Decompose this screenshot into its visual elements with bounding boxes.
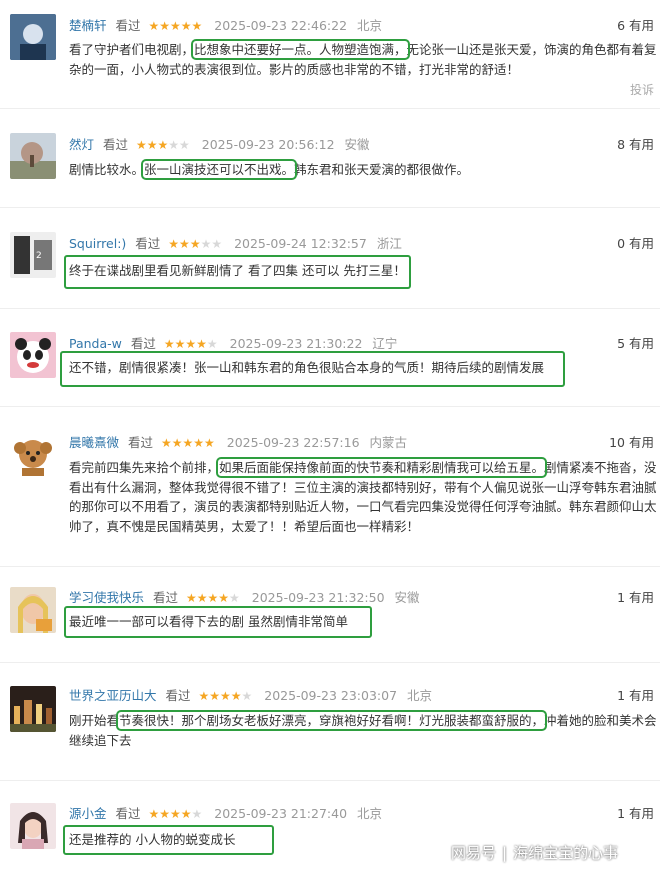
- review-date: 2025-09-23 21:27:40: [214, 806, 348, 821]
- star-rating: ★★★★★: [148, 19, 203, 33]
- useful-count[interactable]: 1 有用: [617, 688, 654, 704]
- review-text: 最近唯一一部可以看得下去的剧 虽然剧情非常简单: [69, 612, 657, 632]
- star-rating: ★★★★★: [148, 807, 203, 821]
- avatar[interactable]: [10, 686, 56, 732]
- avatar[interactable]: [10, 803, 56, 849]
- username-link[interactable]: 楚楠轩: [69, 18, 107, 33]
- review-location: 内蒙古: [369, 435, 408, 450]
- review-meta: 学习使我快乐 看过 ★★★★★ 2025-09-23 21:32:50 安徽: [69, 590, 420, 606]
- useful-count[interactable]: 1 有用: [617, 590, 654, 606]
- highlighted-text: 张一山演技还可以不出戏。: [141, 159, 298, 180]
- watched-label: 看过: [153, 590, 179, 605]
- divider: [0, 406, 660, 407]
- username-link[interactable]: Panda-w: [69, 336, 122, 351]
- report-link[interactable]: 投诉: [630, 81, 654, 98]
- highlighted-text: 还是推荐的 小人物的蜕变成长: [69, 832, 236, 847]
- useful-count[interactable]: 6 有用: [617, 18, 654, 34]
- review-date: 2025-09-24 12:32:57: [234, 236, 367, 251]
- review-location: 北京: [407, 688, 433, 703]
- watermark-separator: |: [502, 844, 508, 862]
- review-date: 2025-09-23 21:32:50: [251, 590, 385, 605]
- highlighted-text: 最近唯一一部可以看得下去的剧 虽然剧情非常简单: [69, 614, 348, 629]
- review-location: 安徽: [344, 137, 370, 152]
- avatar[interactable]: [10, 587, 56, 633]
- watched-label: 看过: [103, 137, 129, 152]
- review-location: 辽宁: [372, 336, 398, 351]
- username-link[interactable]: 世界之亚历山大: [69, 688, 157, 703]
- watched-label: 看过: [165, 688, 191, 703]
- review-meta: 世界之亚历山大 看过 ★★★★★ 2025-09-23 23:03:07 北京: [69, 688, 432, 704]
- watched-label: 看过: [115, 806, 141, 821]
- review-date: 2025-09-23 20:56:12: [201, 137, 335, 152]
- review-meta: 源小金 看过 ★★★★★ 2025-09-23 21:27:40 北京: [69, 806, 382, 822]
- watched-label: 看过: [128, 435, 154, 450]
- star-rating: ★★★★★: [161, 436, 215, 450]
- useful-count[interactable]: 0 有用: [617, 236, 654, 252]
- review-date: 2025-09-23 22:57:16: [226, 435, 360, 450]
- divider: [0, 780, 660, 781]
- review-text: 刚开始看节奏很快！那个剧场女老板好漂亮，穿旗袍好好看啊！灯光服装都蛮舒服的，冲着…: [69, 710, 657, 748]
- star-rating: ★★★★★: [168, 237, 223, 251]
- highlighted-text: 还不错，剧情很紧凑！张一山和韩东君的角色很贴合本身的气质！期待后续的剧情发展: [69, 360, 545, 375]
- username-link[interactable]: 学习使我快乐: [69, 590, 144, 605]
- watched-label: 看过: [130, 336, 156, 351]
- review-location: 安徽: [394, 590, 420, 605]
- review-text: 看完前四集先来拾个前排，如果后面能保持像前面的快节奏和精彩剧情我可以给五星。剧情…: [69, 457, 657, 534]
- watermark-brand: 网易号: [451, 844, 497, 862]
- highlighted-text: 如果后面能保持像前面的快节奏和精彩剧情我可以给五星。: [216, 457, 548, 478]
- review-meta: 晨曦熹微 看过 ★★★★★ 2025-09-23 22:57:16 内蒙古: [69, 435, 407, 451]
- divider: [0, 308, 660, 309]
- divider: [0, 207, 660, 208]
- divider: [0, 662, 660, 663]
- useful-count[interactable]: 10 有用: [609, 435, 654, 451]
- review-meta: Squirrel:) 看过 ★★★★★ 2025-09-24 12:32:57 …: [69, 236, 402, 252]
- star-rating: ★★★★★: [136, 138, 190, 152]
- watched-label: 看过: [115, 18, 141, 33]
- avatar[interactable]: [10, 432, 56, 478]
- review-date: 2025-09-23 22:46:22: [214, 18, 348, 33]
- review-location: 北京: [357, 806, 383, 821]
- useful-count[interactable]: 1 有用: [617, 806, 654, 822]
- divider: [0, 566, 660, 567]
- review-meta: 然灯 看过 ★★★★★ 2025-09-23 20:56:12 安徽: [69, 137, 370, 153]
- watched-label: 看过: [135, 236, 161, 251]
- review-date: 2025-09-23 23:03:07: [264, 688, 398, 703]
- review-location: 浙江: [376, 236, 402, 251]
- review-text: 还不错，剧情很紧凑！张一山和韩东君的角色很贴合本身的气质！期待后续的剧情发展: [69, 358, 657, 378]
- review-date: 2025-09-23 21:30:22: [229, 336, 363, 351]
- watermark-account: 海绵宝宝的心事: [513, 844, 619, 862]
- highlighted-text: 节奏很快！那个剧场女老板好漂亮，穿旗袍好好看啊！灯光服装都蛮舒服的，: [116, 710, 548, 731]
- highlighted-text: 终于在谍战剧里看见新鲜剧情了 看了四集 还可以 先打三星！: [69, 263, 406, 278]
- avatar[interactable]: 2: [10, 232, 56, 278]
- star-rating: ★★★★★: [163, 337, 218, 351]
- review-meta: Panda-w 看过 ★★★★★ 2025-09-23 21:30:22 辽宁: [69, 336, 397, 352]
- avatar[interactable]: [10, 14, 56, 60]
- divider: [0, 108, 660, 109]
- highlighted-text: 比想象中还要好一点。人物塑造饱满，: [191, 39, 410, 60]
- review-text: 剧情比较水。张一山演技还可以不出戏。韩东君和张天爱演的都很做作。: [69, 159, 470, 180]
- review-text: 终于在谍战剧里看见新鲜剧情了 看了四集 还可以 先打三星！: [69, 261, 657, 281]
- svg-text:2: 2: [36, 251, 42, 261]
- star-rating: ★★★★★: [198, 689, 253, 703]
- star-rating: ★★★★★: [186, 591, 240, 605]
- avatar[interactable]: [10, 332, 56, 378]
- watermark: 网易号 | 海绵宝宝的心事: [451, 842, 618, 863]
- review-location: 北京: [357, 18, 383, 33]
- avatar[interactable]: [10, 133, 56, 179]
- review-meta: 楚楠轩 看过 ★★★★★ 2025-09-23 22:46:22 北京: [69, 18, 382, 34]
- username-link[interactable]: Squirrel:): [69, 236, 126, 251]
- username-link[interactable]: 晨曦熹微: [69, 435, 119, 450]
- review-text: 看了守护者们电视剧，比想象中还要好一点。人物塑造饱满，无论张一山还是张天爱，饰演…: [69, 39, 657, 77]
- username-link[interactable]: 然灯: [69, 137, 94, 152]
- useful-count[interactable]: 5 有用: [617, 336, 654, 352]
- username-link[interactable]: 源小金: [69, 806, 107, 821]
- useful-count[interactable]: 8 有用: [617, 137, 654, 153]
